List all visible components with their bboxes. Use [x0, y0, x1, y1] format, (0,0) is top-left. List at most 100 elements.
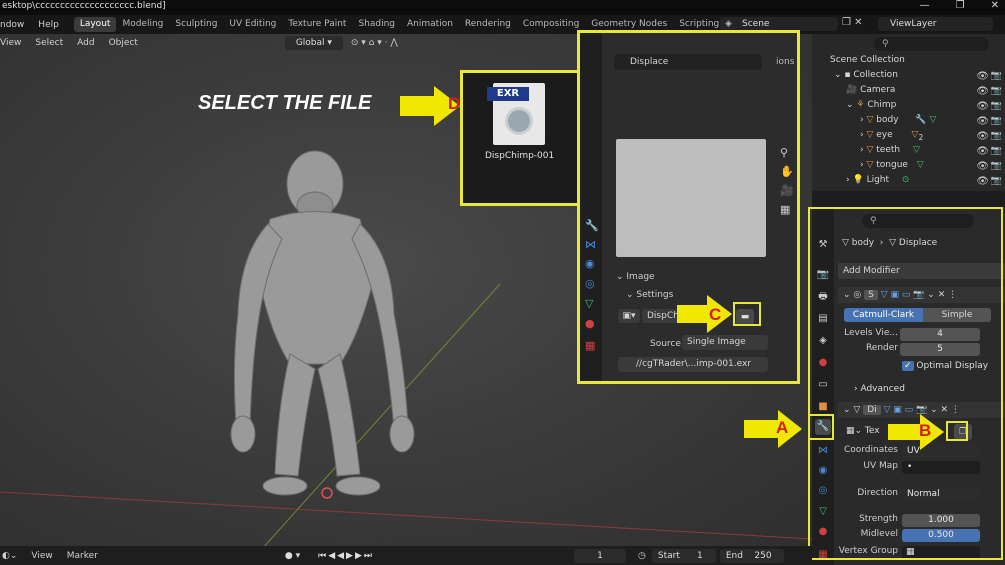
navigation-gizmo[interactable]: ⚲ ✋ 🎥 ▦ — [780, 143, 796, 216]
material-icon[interactable]: ● — [585, 317, 595, 330]
row-label: Light — [866, 175, 890, 185]
start-frame-field[interactable]: Start 1 — [651, 548, 716, 563]
end-frame-field[interactable]: End 250 — [719, 548, 784, 563]
visibility-icon[interactable]: 👁 — [976, 174, 989, 189]
visibility-icon[interactable]: 👁 — [976, 114, 989, 129]
image-name-field[interactable]: DispChim — [642, 309, 690, 323]
source-label: Source — [650, 339, 681, 349]
row-label: Chimp — [867, 100, 897, 110]
highlight-duplicate-texture — [946, 421, 968, 441]
outliner-row-eye[interactable]: › ▽ eye ▽2 👁 📷 — [812, 128, 1005, 143]
tab-animation[interactable]: Animation — [401, 17, 459, 32]
tab-uv-editing[interactable]: UV Editing — [223, 17, 282, 32]
scene-name: Scene — [742, 19, 770, 29]
end-label: End — [725, 550, 743, 561]
label-c: C — [709, 305, 722, 324]
outliner-row-camera[interactable]: 🎥 Camera 👁 📷 — [812, 83, 1005, 98]
render-icon[interactable]: 📷 — [991, 129, 1002, 144]
current-frame-field[interactable]: 1 — [574, 548, 626, 563]
render-icon[interactable]: 📷 — [991, 84, 1002, 99]
view-layer-selector[interactable]: ViewLayer — [878, 17, 993, 31]
tab-texture-paint[interactable]: Texture Paint — [282, 17, 352, 32]
highlight-modifier-tab — [808, 414, 834, 440]
visibility-icon[interactable]: 👁 — [976, 69, 989, 84]
render-icon[interactable]: 📷 — [991, 99, 1002, 114]
timeline-toggle[interactable]: ◐⌄ — [0, 551, 24, 561]
tab-layout[interactable]: Layout — [73, 17, 117, 32]
tab-rendering[interactable]: Rendering — [459, 17, 517, 32]
timeline-menu-marker[interactable]: Marker — [60, 551, 105, 561]
clock-icon: ◷ — [638, 550, 646, 561]
menu-help[interactable]: Help — [31, 20, 66, 30]
close-button[interactable]: ✕ — [991, 0, 999, 14]
outliner-row-collection[interactable]: ⌄ ▪ Collection 👁 📷 — [812, 68, 1005, 83]
constraints-icon[interactable]: ◎ — [585, 277, 595, 290]
tab-sculpting[interactable]: Sculpting — [169, 17, 223, 32]
highlight-open-image — [733, 302, 761, 326]
exr-filename[interactable]: DispChimp-001 — [485, 151, 554, 161]
timeline-menu-view[interactable]: View — [24, 551, 59, 561]
texture-icon[interactable]: ▦ — [585, 339, 595, 352]
image-browse-dropdown[interactable]: ▣▾ — [618, 309, 640, 323]
menu-object[interactable]: Object — [102, 38, 145, 48]
tab-compositing[interactable]: Compositing — [517, 17, 585, 32]
modifier-name-field[interactable]: Displace — [614, 54, 762, 70]
arrow-a-icon — [744, 410, 802, 448]
menu-select[interactable]: Select — [28, 38, 70, 48]
outliner-row-tongue[interactable]: › ▽ tongue ▽ 👁 📷 — [812, 158, 1005, 173]
visibility-icon[interactable]: 👁 — [976, 159, 989, 174]
menu-add[interactable]: Add — [70, 38, 101, 48]
visibility-icon[interactable]: 👁 — [976, 84, 989, 99]
outliner-row-body[interactable]: › ▽ body 🔧 ▽ 👁 📷 — [812, 113, 1005, 128]
tab-modeling[interactable]: Modeling — [116, 17, 169, 32]
visibility-icon[interactable]: 👁 — [976, 144, 989, 159]
render-icon[interactable]: 📷 — [991, 69, 1002, 84]
data-icon[interactable]: ▽ — [585, 297, 593, 310]
outliner-row-chimp[interactable]: ⌄ ⚘ Chimp 👁 📷 — [812, 98, 1005, 113]
outliner-row-light[interactable]: › 💡 Light ⊙ 👁 📷 — [812, 173, 1005, 188]
particles-icon[interactable]: ⋈ — [585, 238, 596, 251]
window-title: esktop\cccccccccccccccccccc.blend] — [0, 0, 1005, 15]
menu-window[interactable]: ndow — [0, 20, 31, 30]
physics-icon[interactable]: ◉ — [585, 257, 595, 270]
scene-selector[interactable]: ◈ Scene — [720, 17, 838, 31]
maximize-button[interactable]: ❐ — [956, 0, 965, 14]
settings-section-header[interactable]: ⌄ Settings — [626, 290, 673, 300]
outliner-panel: ⚲ Scene Collection ⌄ ▪ Collection 👁 📷 🎥 Ca… — [812, 34, 1005, 191]
select-file-annotation: SELECT THE FILE — [198, 92, 372, 114]
filepath-field[interactable]: //cgTRader\...imp-001.exr — [618, 357, 768, 372]
tab-shading[interactable]: Shading — [352, 17, 401, 32]
visibility-icon[interactable]: 👁 — [976, 99, 989, 114]
options-label[interactable]: ions — [776, 57, 794, 67]
source-value: Single Image — [687, 337, 746, 347]
exr-file-thumbnail[interactable]: EXR — [487, 83, 545, 145]
visibility-icon[interactable]: 👁 — [976, 129, 989, 144]
chimp-model — [230, 150, 415, 496]
transform-orientation-dropdown[interactable]: Global ▾ — [284, 36, 343, 50]
start-label: Start — [657, 550, 680, 561]
render-icon[interactable]: 📷 — [991, 114, 1002, 129]
scene-icon: ◈ — [725, 19, 732, 29]
render-icon[interactable]: 📷 — [991, 144, 1002, 159]
outliner-row-teeth[interactable]: › ▽ teeth ▽ 👁 📷 — [812, 143, 1005, 158]
row-label: Collection — [853, 70, 898, 80]
new-scene-icon[interactable]: ❐ — [842, 17, 851, 28]
row-label: teeth — [876, 145, 901, 155]
3d-cursor — [321, 487, 333, 499]
label-b: B — [919, 421, 932, 440]
render-icon[interactable]: 📷 — [991, 174, 1002, 189]
source-dropdown[interactable]: Single Image — [682, 335, 768, 350]
keyframe-dropdown[interactable]: ● ▾ — [285, 551, 300, 561]
snap-icon[interactable]: ⊙ ▾ ⌂ ▾ · ⋀ — [351, 38, 398, 48]
render-icon[interactable]: 📷 — [991, 159, 1002, 174]
exr-badge: EXR — [487, 87, 529, 101]
playback-controls[interactable]: ⏮◀◀▶▶⏭ — [318, 551, 374, 561]
delete-scene-icon[interactable]: ✕ — [854, 17, 862, 28]
menu-view[interactable]: View — [0, 38, 28, 48]
image-header: Image — [626, 272, 655, 282]
outliner-row-scene-collection[interactable]: Scene Collection — [812, 53, 1005, 68]
outliner-search[interactable]: ⚲ — [874, 37, 989, 51]
wrench-icon[interactable]: 🔧 — [585, 219, 599, 232]
minimize-button[interactable]: — — [920, 0, 930, 14]
image-section-header[interactable]: ⌄ Image — [616, 272, 655, 282]
